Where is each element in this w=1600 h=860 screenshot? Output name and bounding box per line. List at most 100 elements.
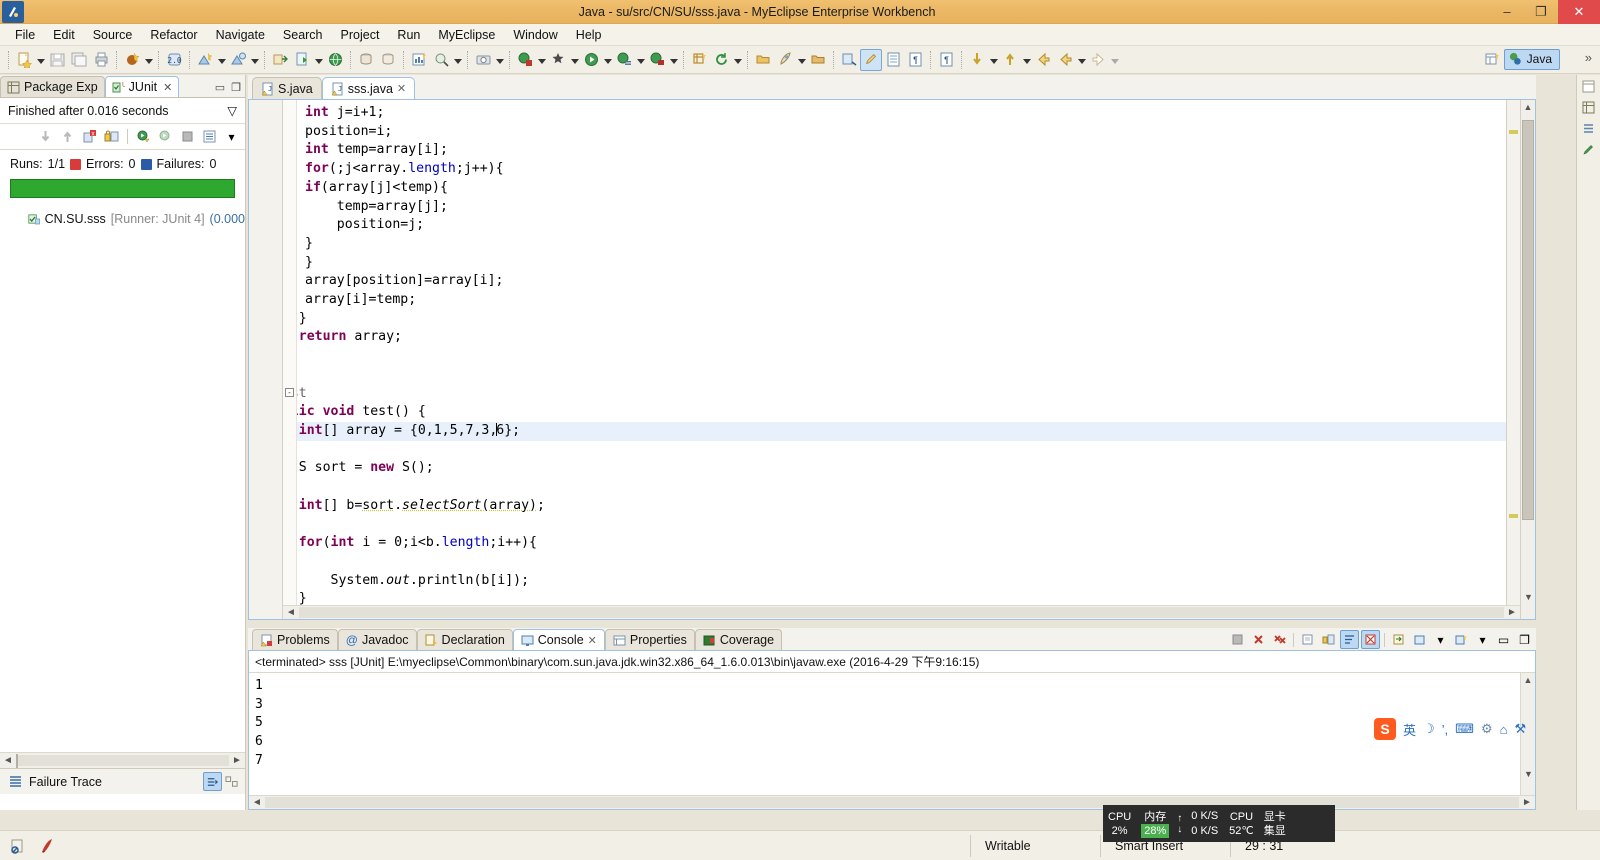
scroll-left-icon[interactable]: ◄ xyxy=(0,755,16,766)
tab-junit-close-icon[interactable]: ✕ xyxy=(163,81,172,94)
scroll-left-icon[interactable]: ◄ xyxy=(249,797,265,808)
paragraph-icon[interactable]: ¶ xyxy=(904,49,926,71)
editor-tab-s-java[interactable]: J S.java xyxy=(252,77,322,99)
scroll-right-icon[interactable]: ► xyxy=(1519,797,1535,808)
camera-icon[interactable] xyxy=(472,49,494,71)
run-history-icon[interactable] xyxy=(613,49,635,71)
stop-icon[interactable] xyxy=(178,127,197,146)
word-wrap-icon[interactable] xyxy=(1340,630,1359,649)
next-failure-icon[interactable] xyxy=(36,127,55,146)
ime-wrench-icon[interactable]: ⚒ xyxy=(1514,721,1526,737)
view-menu-arrow-icon[interactable]: ▾ xyxy=(222,127,241,146)
tab-package-explorer[interactable]: Package Exp xyxy=(0,76,105,97)
forward-icon[interactable] xyxy=(1054,49,1076,71)
open-console-dropdown-icon[interactable]: ▾ xyxy=(1431,630,1450,649)
scroll-down-icon[interactable]: ▼ xyxy=(1521,590,1536,605)
prev-annotation-icon[interactable] xyxy=(999,49,1021,71)
restore-icon[interactable] xyxy=(1581,79,1596,94)
run-dropdown[interactable] xyxy=(602,49,613,71)
maximize-view-icon[interactable]: ❐ xyxy=(231,81,241,94)
scroll-right-icon[interactable]: ► xyxy=(1504,607,1520,618)
maximize-icon[interactable]: ❐ xyxy=(1515,630,1534,649)
editor-left-ruler[interactable] xyxy=(249,100,283,619)
save-icon[interactable] xyxy=(46,49,68,71)
scroll-up-icon[interactable]: ▲ xyxy=(1521,673,1535,687)
show-failures-only-icon[interactable]: x xyxy=(80,127,99,146)
myeclipse-deploy-dropdown[interactable] xyxy=(143,49,154,71)
export-icon[interactable] xyxy=(269,49,291,71)
maximize-button[interactable]: ❐ xyxy=(1524,0,1558,24)
tab-coverage[interactable]: Coverage xyxy=(694,629,783,650)
scroll-track[interactable] xyxy=(16,754,229,770)
new-java-class-dropdown[interactable] xyxy=(216,49,227,71)
menu-navigate[interactable]: Navigate xyxy=(207,26,274,44)
search-dropdown[interactable] xyxy=(452,49,463,71)
system-monitor-widget[interactable]: CPU 2% 内存 28% ↑ ↓ 0 K/S 0 K/S CPU 52℃ 显卡… xyxy=(1103,805,1335,842)
back-icon[interactable] xyxy=(1032,49,1054,71)
rerun-test-icon[interactable] xyxy=(134,127,153,146)
terminate-all-icon[interactable] xyxy=(1228,630,1247,649)
tab-console-close-icon[interactable]: ✕ xyxy=(588,634,597,647)
menu-myeclipse[interactable]: MyEclipse xyxy=(429,26,504,44)
launch-icon[interactable] xyxy=(774,49,796,71)
editor-vertical-scrollbar[interactable]: ▲ ▼ xyxy=(1520,100,1535,619)
editor-overview-ruler[interactable] xyxy=(1506,100,1520,619)
run-config-dropdown[interactable] xyxy=(668,49,679,71)
prev-failure-icon[interactable] xyxy=(58,127,77,146)
remove-launch-icon[interactable] xyxy=(1249,630,1268,649)
pencil-mini-icon[interactable] xyxy=(1581,142,1596,157)
new-element-icon[interactable] xyxy=(688,49,710,71)
run-server-icon[interactable] xyxy=(291,49,313,71)
close-button[interactable]: ✕ xyxy=(1558,0,1600,24)
ime-toolbar[interactable]: S 英 ☽ ’, ⌨ ⚙ ⌂ ⚒ xyxy=(1374,716,1556,742)
tab-problems[interactable]: Problems xyxy=(252,629,338,650)
external-tools-dropdown[interactable] xyxy=(569,49,580,71)
test-history-icon[interactable] xyxy=(200,127,219,146)
editor-horizontal-scrollbar[interactable]: ◄ ► xyxy=(283,605,1520,619)
search-icon[interactable] xyxy=(430,49,452,71)
remove-all-launches-icon[interactable] xyxy=(1270,630,1289,649)
pin-console-icon[interactable] xyxy=(1361,630,1380,649)
console-output[interactable]: 1 3 5 6 7 xyxy=(249,673,1520,795)
refresh-icon[interactable] xyxy=(710,49,732,71)
ime-lang-toggle[interactable]: 英 xyxy=(1403,720,1416,739)
menu-search[interactable]: Search xyxy=(274,26,332,44)
menu-window[interactable]: Window xyxy=(504,26,566,44)
menu-run[interactable]: Run xyxy=(388,26,429,44)
compare-result-icon[interactable] xyxy=(222,772,241,791)
display-selected-console-icon[interactable] xyxy=(1389,630,1408,649)
menu-help[interactable]: Help xyxy=(567,26,611,44)
toolbar-overflow-chevron[interactable]: » xyxy=(1585,50,1592,65)
editor-tab-sss-java[interactable]: J sss.java ✕ xyxy=(321,77,416,99)
pencil-icon[interactable] xyxy=(860,48,882,71)
database-connect-icon[interactable] xyxy=(355,49,377,71)
pilcrow-icon[interactable]: ¶ xyxy=(935,49,957,71)
minimize-view-icon[interactable]: ▭ xyxy=(215,81,225,94)
ime-keyboard-icon[interactable]: ⌨ xyxy=(1455,721,1474,737)
package-explorer-mini-icon[interactable] xyxy=(1581,100,1596,115)
new-wizard-icon[interactable] xyxy=(13,49,35,71)
junit-horizontal-scrollbar[interactable]: ◄ ► xyxy=(0,752,245,770)
launch-dropdown[interactable] xyxy=(796,49,807,71)
clear-console-icon[interactable] xyxy=(1298,630,1317,649)
camera-dropdown[interactable] xyxy=(494,49,505,71)
tab-console[interactable]: Console ✕ xyxy=(512,629,605,650)
perspective-java-button[interactable]: Java xyxy=(1503,48,1560,70)
ime-box-icon[interactable]: ⌂ xyxy=(1500,722,1508,737)
new-java-package-dropdown[interactable] xyxy=(249,49,260,71)
run-history-dropdown[interactable] xyxy=(635,49,646,71)
next-annotation-dropdown[interactable] xyxy=(988,49,999,71)
scroll-down-icon[interactable]: ▼ xyxy=(1521,767,1535,781)
forward-nav-dropdown[interactable] xyxy=(1109,49,1120,71)
editor-code-area[interactable]: int j=i+1; position=i; int temp=array[i]… xyxy=(297,100,1506,619)
editor-folding-column[interactable]: - xyxy=(283,100,297,619)
scroll-left-icon[interactable]: ◄ xyxy=(283,607,299,618)
editor-tab-close-icon[interactable]: ✕ xyxy=(397,82,406,95)
menu-file[interactable]: File xyxy=(6,26,44,44)
debug-icon[interactable] xyxy=(514,49,536,71)
external-tools-icon[interactable] xyxy=(547,49,569,71)
tab-junit[interactable]: Ü JUnit ✕ xyxy=(104,76,180,97)
open-console-icon[interactable] xyxy=(1410,630,1429,649)
overview-marker[interactable] xyxy=(1509,514,1518,518)
forward-nav-icon[interactable] xyxy=(1087,49,1109,71)
